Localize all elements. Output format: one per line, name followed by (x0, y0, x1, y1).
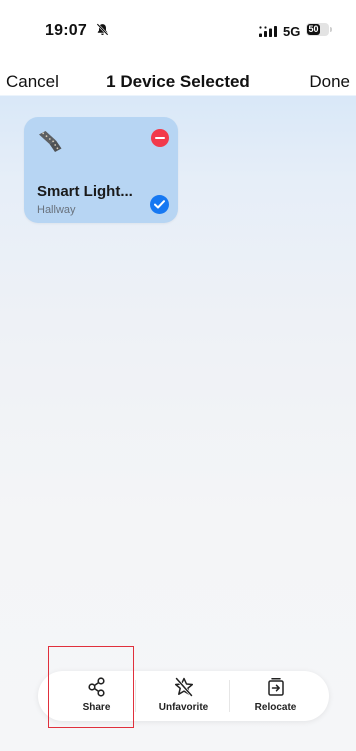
device-name: Smart Light... (37, 183, 133, 200)
relocate-label: Relocate (254, 702, 297, 713)
page-background (0, 0, 356, 751)
battery-level: 50 (308, 24, 319, 34)
star-slash-icon (174, 677, 193, 697)
selected-check-icon[interactable] (150, 195, 169, 214)
unfavorite-button[interactable]: Unfavorite (135, 671, 232, 721)
share-highlight-box (48, 646, 134, 728)
done-button[interactable]: Done (309, 72, 350, 92)
battery-tip (330, 27, 332, 32)
navigation-bar: Cancel 1 Device Selected Done (0, 64, 356, 98)
device-card[interactable]: Smart Light... Hallway (24, 117, 178, 223)
relocate-icon (267, 678, 284, 696)
light-strip-icon (39, 131, 62, 152)
bell-slash-icon (96, 23, 109, 36)
relocate-button[interactable]: Relocate (227, 671, 324, 721)
signal-icon (259, 26, 277, 37)
remove-device-button[interactable] (151, 129, 169, 147)
page-title: 1 Device Selected (106, 72, 250, 91)
status-time: 19:07 (45, 22, 87, 39)
status-bar: 19:07 5G 50 (0, 0, 356, 60)
network-label: 5G (283, 24, 301, 39)
battery-icon: 50 (306, 23, 329, 36)
device-room: Hallway (37, 204, 76, 216)
unfavorite-label: Unfavorite (158, 702, 209, 713)
